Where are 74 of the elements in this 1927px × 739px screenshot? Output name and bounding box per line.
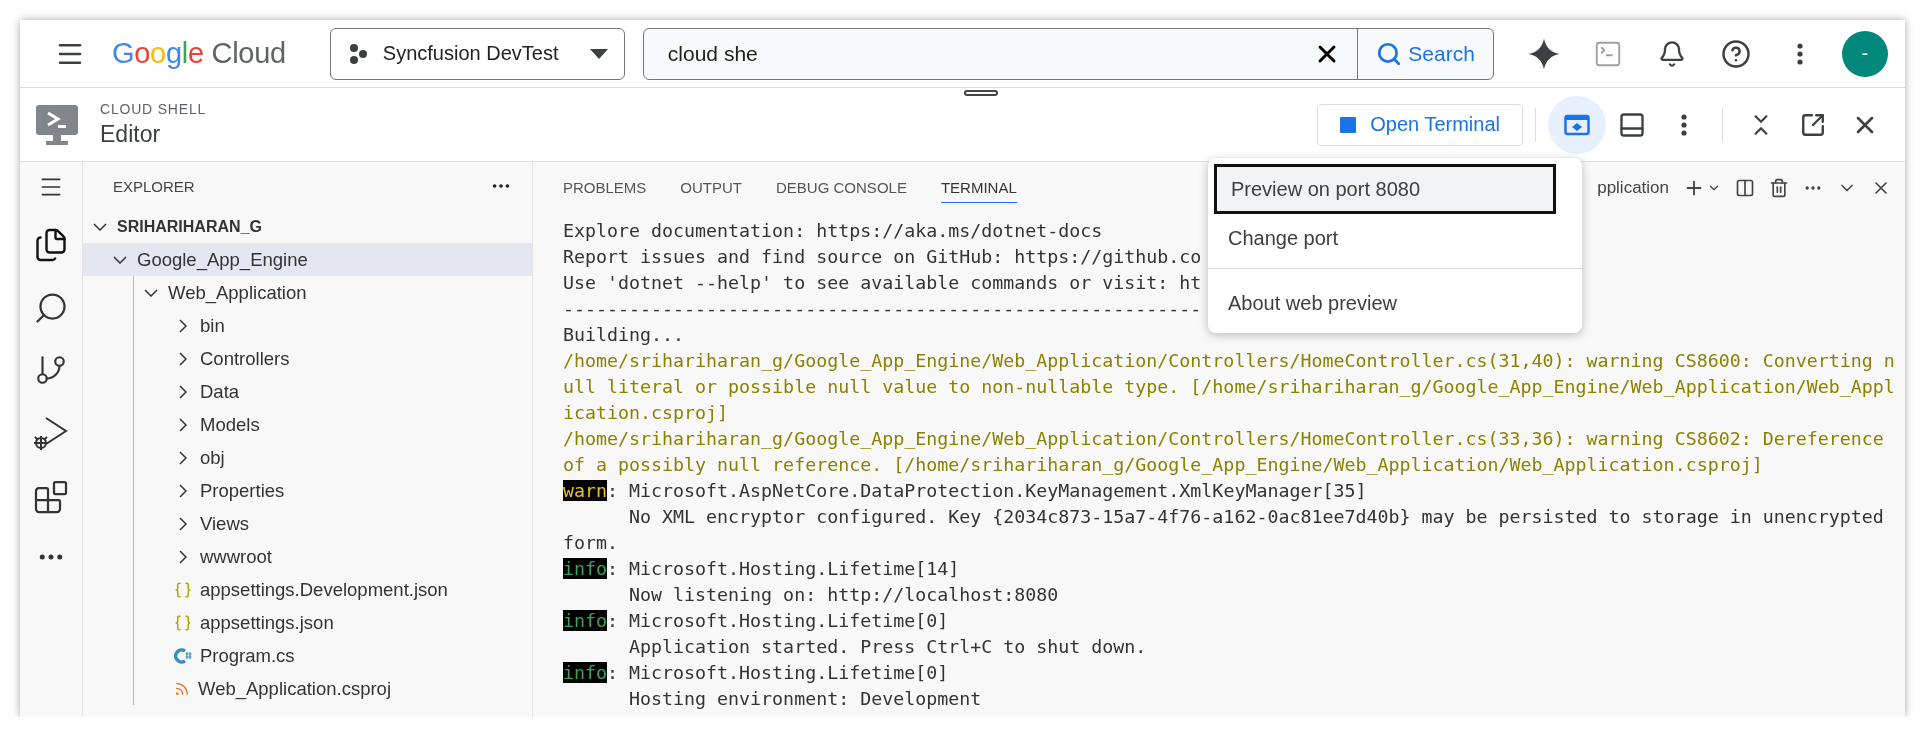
folder-item[interactable]: wwwroot: [134, 540, 532, 573]
terminal-line: Hosting environment: Development: [628, 687, 982, 711]
terminal-line: of a possibly null reference. [/home/srihariharan_g/Google_App_Engine/Web_Application/Web_Application.csproj]: [563, 453, 1763, 477]
terminal-line: Now listening on: http://localhost:8080: [628, 583, 1059, 607]
folder-item[interactable]: Views: [134, 507, 532, 540]
panel-tab[interactable]: PROBLEMS: [563, 173, 647, 203]
split-icon[interactable]: [1735, 178, 1755, 198]
account-avatar[interactable]: -: [1841, 30, 1888, 77]
web-preview-icon: [1564, 113, 1590, 136]
terminal-line: ----------------------------------------------------------: [563, 297, 1202, 321]
menu-item[interactable]: Change port: [1208, 214, 1582, 262]
terminal-line: info: Microsoft.Hosting.Lifetime[0]: [563, 661, 949, 685]
folder-item[interactable]: Google_App_Engine: [83, 243, 532, 276]
project-file-icon: [174, 680, 190, 697]
explorer-title: EXPLORER: [113, 177, 195, 195]
terminal-line: Application started. Press Ctrl+C to shut down.: [628, 635, 1147, 659]
search-button[interactable]: Search: [1357, 28, 1493, 79]
file-item[interactable]: Program.cs: [134, 639, 532, 672]
google-cloud-logo[interactable]: Google Cloud: [112, 37, 286, 70]
more-icon: [1796, 42, 1803, 65]
terminal-line: No XML encryptor configured. Key {2034c873-15a7-4f76-a162-0ac81ee7d40b} may be persisted to storage in unencrypted: [628, 505, 1884, 529]
run-debug-icon[interactable]: [32, 414, 70, 452]
search-icon: [1376, 40, 1403, 67]
workspace-root[interactable]: SRIHARIHARAN_G: [83, 210, 532, 243]
terminal-line: Building...: [563, 323, 685, 347]
resize-handle[interactable]: [964, 90, 998, 96]
menu-item[interactable]: About web preview: [1208, 279, 1582, 327]
terminal-line: warn: Microsoft.AspNetCore.DataProtection.KeyManagement.XmlKeyManager[35]: [563, 479, 1367, 503]
file-item[interactable]: appsettings.json: [134, 606, 532, 639]
folder-item[interactable]: Controllers: [134, 342, 532, 375]
folder-item[interactable]: Properties: [134, 474, 532, 507]
menu-item[interactable]: Preview on port 8080: [1214, 164, 1556, 214]
csharp-file-icon: [174, 646, 192, 665]
panel-tab[interactable]: DEBUG CONSOLE: [776, 173, 907, 203]
terminal-line: Explore documentation: https://aka.ms/dotnet-docs: [563, 219, 1103, 243]
terminal-line: info: Microsoft.Hosting.Lifetime[14]: [563, 557, 960, 581]
folder-item[interactable]: Web_Application: [134, 276, 532, 309]
project-selector[interactable]: Syncfusion DevTest: [329, 27, 625, 80]
terminal-line: ication.csproj]: [563, 401, 729, 425]
panel-icon: [1618, 110, 1646, 139]
panel-tab[interactable]: OUTPUT: [680, 173, 743, 203]
files-icon[interactable]: [33, 227, 69, 263]
folder-item[interactable]: Models: [134, 408, 532, 441]
external-link-icon: [1800, 111, 1826, 138]
trash-icon[interactable]: [1769, 178, 1789, 198]
terminal-line: form.: [563, 531, 619, 555]
terminal-line: ull literal or possible null value to non-nullable type. [/home/srihariharan_g/Google_App_Engine/Web_Application/Web_Appl: [563, 375, 1895, 399]
chevron-down-icon: [93, 222, 107, 231]
extensions-icon[interactable]: [33, 479, 69, 515]
panel-tab[interactable]: TERMINAL: [940, 173, 1017, 203]
terminal-line: /home/srihariharan_g/Google_App_Engine/Web_Application/Controllers/HomeController.cs(31,40): warning CS8600: Converting n: [563, 349, 1895, 373]
section-label: CLOUD SHELL: [100, 101, 207, 117]
more-icon: [1681, 113, 1687, 136]
open-terminal-button[interactable]: Open Terminal: [1317, 103, 1523, 146]
source-control-icon[interactable]: [34, 353, 68, 387]
cloud-shell-icon: [34, 102, 80, 147]
file-item[interactable]: Web_Application.csproj: [134, 672, 532, 705]
bell-icon: [1657, 39, 1686, 68]
folder-item[interactable]: Data: [134, 375, 532, 408]
folder-item[interactable]: bin: [134, 309, 532, 342]
json-file-icon: [174, 580, 192, 599]
help-icon: [1720, 38, 1751, 69]
terminal-name[interactable]: pplication: [1597, 178, 1669, 198]
search-field[interactable]: cloud she Search: [642, 27, 1494, 80]
folder-item[interactable]: obj: [134, 441, 532, 474]
dropdown-icon: [589, 48, 608, 59]
file-item[interactable]: appsettings.Development.json: [134, 573, 532, 606]
terminal-line: /home/srihariharan_g/Google_App_Engine/Web_Application/Controllers/HomeController.cs(33,36): warning CS8602: Dereference: [563, 427, 1884, 451]
search-icon[interactable]: [33, 290, 69, 326]
editor-title: Editor: [100, 121, 162, 148]
terminal-line: Use 'dotnet --help' to see available commands or visit: ht: [563, 271, 1202, 295]
terminal-line: info: Microsoft.Hosting.Lifetime[0]: [563, 609, 949, 633]
terminal-line: Report issues and find source on GitHub: https://github.co: [563, 245, 1202, 269]
json-file-icon: [174, 613, 192, 632]
